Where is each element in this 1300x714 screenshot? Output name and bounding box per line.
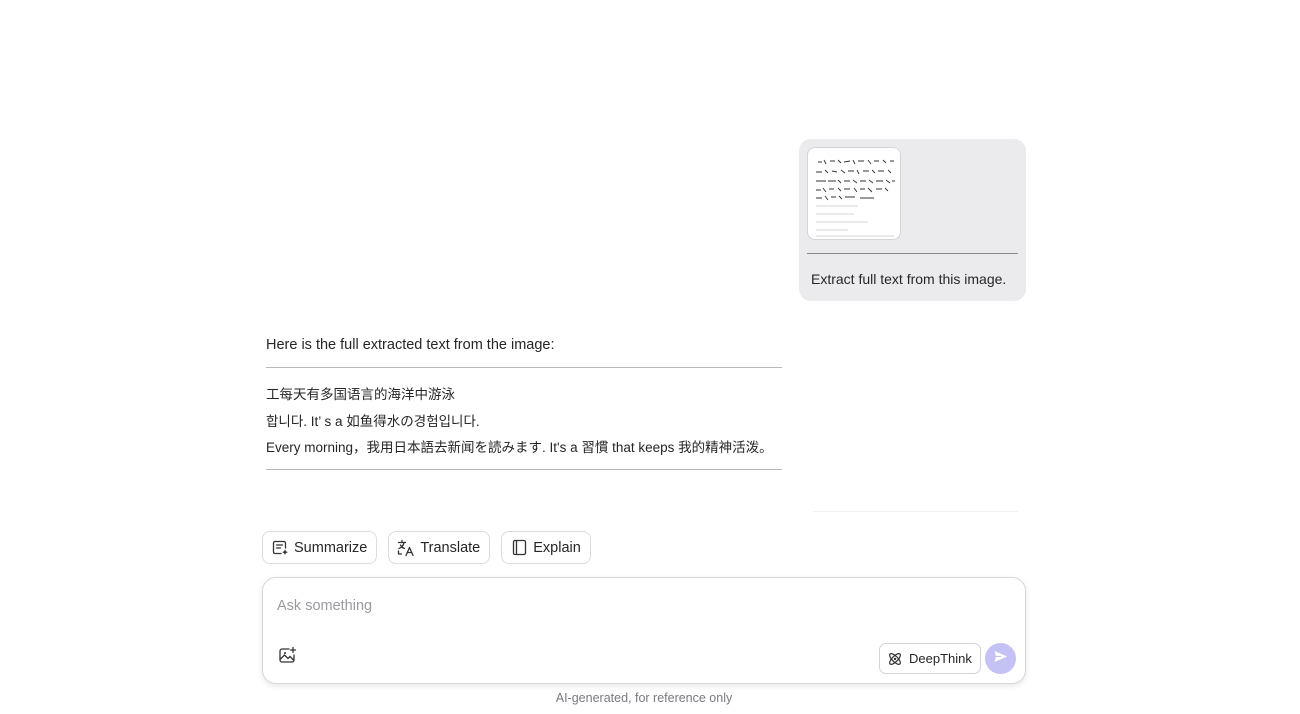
chat-page: Extract full text from this image. Here …: [0, 0, 1300, 714]
disclaimer-text: AI-generated, for reference only: [555, 691, 733, 705]
attached-image-thumbnail[interactable]: [807, 147, 901, 240]
image-upload-icon: [278, 646, 297, 670]
atom-icon: [887, 651, 903, 667]
deepthink-label: DeepThink: [909, 651, 972, 666]
summarize-icon: [271, 539, 289, 557]
book-icon: [510, 539, 528, 557]
user-message-text: Extract full text from this image.: [811, 271, 1007, 287]
translate-label: Translate: [420, 539, 481, 556]
explain-button[interactable]: Explain: [501, 531, 591, 564]
summarize-button[interactable]: Summarize: [262, 531, 378, 564]
translate-button[interactable]: Translate: [388, 531, 491, 564]
send-icon: [993, 649, 1008, 669]
translate-icon: [397, 539, 415, 557]
deepthink-toggle[interactable]: DeepThink: [879, 643, 981, 674]
bubble-divider: [807, 253, 1018, 254]
horizontal-rule: [266, 468, 782, 470]
send-button[interactable]: [985, 643, 1016, 674]
explain-label: Explain: [533, 539, 581, 556]
assistant-message: Here is the full extracted text from the…: [266, 336, 782, 470]
horizontal-rule: [266, 367, 782, 368]
extracted-text-block: 工每天有多国语言的海洋中游泳 합니다. It’ s a 如鱼得水の경험입니다. …: [266, 382, 782, 462]
extracted-text-line: 합니다. It’ s a 如鱼得水の경험입니다.: [266, 413, 480, 429]
quick-actions: Summarize Translate Explain: [262, 531, 591, 564]
upload-image-button[interactable]: [277, 646, 297, 670]
assistant-intro-text: Here is the full extracted text from the…: [266, 337, 555, 353]
extracted-text-line: Every morning，我用日本語去新闻を読みます. It's a 習慣 t…: [266, 440, 773, 455]
user-message-bubble: Extract full text from this image.: [799, 139, 1026, 301]
divider: [813, 511, 1018, 512]
chat-composer: DeepThink: [262, 577, 1026, 684]
chat-input[interactable]: [277, 594, 1007, 618]
extracted-text-line: 工每天有多国语言的海洋中游泳: [266, 387, 455, 402]
summarize-label: Summarize: [294, 539, 368, 556]
